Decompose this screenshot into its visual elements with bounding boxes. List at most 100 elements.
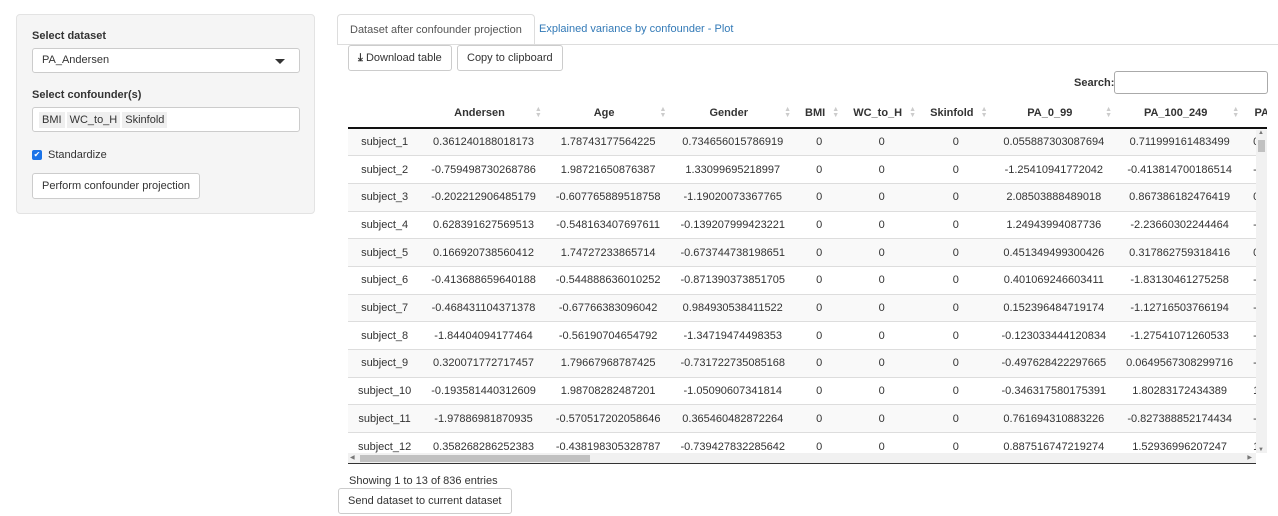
table-cell: 1.78743177564225 bbox=[545, 127, 671, 156]
column-header-pa-2[interactable]: PA_2 bbox=[1243, 98, 1267, 129]
column-header-pa-100-249[interactable]: PA_100_249 ▲ ▼ bbox=[1116, 98, 1244, 129]
table-cell: 1.98708282487201 bbox=[545, 376, 671, 405]
sort-icon[interactable]: ▲ ▼ bbox=[535, 106, 542, 119]
table-cell: -0.497628422297665 bbox=[991, 349, 1117, 378]
row-name-cell: subject_11 bbox=[348, 404, 422, 433]
table-cell: 1.33099695218997 bbox=[670, 155, 796, 184]
tab-explained-variance-plot[interactable]: Explained variance by confounder - Plot bbox=[527, 14, 745, 45]
table-cell: 0 bbox=[843, 404, 921, 433]
perform-projection-button[interactable]: Perform confounder projection bbox=[32, 173, 200, 199]
send-dataset-button[interactable]: Send dataset to current dataset bbox=[338, 488, 512, 514]
copy-clipboard-button[interactable]: Copy to clipboard bbox=[457, 45, 563, 71]
table-cell: 1.80283172434389 bbox=[1116, 376, 1244, 405]
table-cell: 0 bbox=[920, 349, 992, 378]
scroll-right-icon[interactable]: ▶ bbox=[1247, 454, 1252, 461]
table-cell: 0 bbox=[843, 210, 921, 239]
table-cell: 0 bbox=[920, 155, 992, 184]
scroll-down-icon[interactable]: ▼ bbox=[1258, 447, 1264, 453]
dataset-select[interactable]: PA_Andersen bbox=[32, 48, 300, 73]
sort-icon[interactable]: ▲ ▼ bbox=[909, 106, 916, 119]
table-row[interactable]: subject_10 -0.193581440312609 1.9870828248… bbox=[348, 376, 1267, 405]
vertical-scrollbar[interactable]: ▲ ▼ bbox=[1256, 130, 1267, 453]
table-cell: -0.731722735085168 bbox=[670, 349, 796, 378]
table-cell: -0.871390373851705 bbox=[670, 265, 796, 295]
table-cell: -0.139207999423221 bbox=[670, 210, 796, 239]
table-cell: 0.711999161483499 bbox=[1116, 127, 1244, 156]
table-cell: -0.413814700186514 bbox=[1116, 155, 1244, 184]
sort-icon[interactable]: ▲ ▼ bbox=[1105, 106, 1112, 119]
sort-icon[interactable]: ▲ ▼ bbox=[981, 106, 988, 119]
table-cell: 0.317862759318416 bbox=[1116, 238, 1244, 267]
sidebar-panel: Select dataset PA_Andersen Select confou… bbox=[16, 14, 315, 214]
row-name-cell: subject_6 bbox=[348, 265, 422, 295]
column-header-gender[interactable]: Gender ▲ ▼ bbox=[670, 98, 796, 129]
table-row[interactable]: subject_3 -0.202212906485179 -0.6077658895… bbox=[348, 182, 1267, 212]
table-info: Showing 1 to 13 of 836 entries bbox=[349, 475, 498, 487]
column-header-label: BMI bbox=[805, 106, 826, 119]
horizontal-scrollbar[interactable]: ◀ ▶ bbox=[348, 453, 1256, 464]
table-cell: -0.193581440312609 bbox=[421, 376, 546, 405]
sort-icon[interactable]: ▲ ▼ bbox=[660, 106, 667, 119]
row-name-cell: subject_4 bbox=[348, 210, 422, 239]
dataset-label: Select dataset bbox=[32, 30, 106, 42]
table-row[interactable]: subject_1 0.361240188018173 1.787431775642… bbox=[348, 127, 1267, 156]
tab-dataset-after-projection[interactable]: Dataset after confounder projection bbox=[337, 14, 535, 45]
table-cell: 0.365460482872264 bbox=[670, 404, 796, 433]
sort-icon[interactable]: ▲ ▼ bbox=[784, 106, 791, 119]
column-header-label: PA_0_99 bbox=[1027, 106, 1073, 119]
table-cell: 0.401069246603411 bbox=[991, 265, 1117, 295]
column-header-pa-0-99[interactable]: PA_0_99 ▲ ▼ bbox=[991, 98, 1117, 129]
table-cell: -0.759498730268786 bbox=[421, 155, 546, 184]
row-name-cell: subject_10 bbox=[348, 376, 422, 405]
table-row[interactable]: subject_11 -1.97886981870935 -0.5705172020… bbox=[348, 404, 1267, 433]
vertical-scroll-thumb[interactable] bbox=[1258, 140, 1265, 152]
confounder-chip[interactable]: Skinfold bbox=[122, 112, 168, 128]
download-label: Download table bbox=[365, 52, 442, 64]
download-table-button[interactable]: ⤓ Download table bbox=[348, 45, 452, 71]
scroll-left-icon[interactable]: ◀ bbox=[350, 454, 355, 461]
table-cell: 0 bbox=[795, 127, 844, 156]
data-table: Andersen ▲ ▼ Age ▲ ▼ Gender ▲ ▼ BMI ▲ ▼ WC_to_H ▲… bbox=[348, 98, 1267, 465]
table-row[interactable]: subject_4 0.628391627569513 -0.54816340769… bbox=[348, 210, 1267, 239]
table-cell: 0.628391627569513 bbox=[421, 210, 546, 239]
table-cell: -2.23660302244464 bbox=[1116, 210, 1244, 239]
sort-icon[interactable]: ▲ ▼ bbox=[1232, 106, 1239, 119]
table-row[interactable]: subject_9 0.320071772717457 1.796679687874… bbox=[348, 349, 1267, 378]
confounder-chip[interactable]: BMI bbox=[39, 112, 65, 128]
table-cell: 0 bbox=[920, 293, 992, 322]
column-header-skinfold[interactable]: Skinfold ▲ ▼ bbox=[920, 98, 992, 129]
table-cell: 0.055887303087694 bbox=[991, 127, 1117, 156]
table-cell: 0.0649567308299716 bbox=[1116, 349, 1244, 378]
confounder-multiselect[interactable]: BMI WC_to_H Skinfold bbox=[32, 107, 300, 132]
table-row[interactable]: subject_5 0.166920738560412 1.747272338657… bbox=[348, 238, 1267, 267]
table-cell: -0.544888636010252 bbox=[545, 265, 671, 295]
search-input[interactable] bbox=[1114, 71, 1268, 94]
table-cell: -1.83130461275258 bbox=[1116, 265, 1244, 295]
column-header-andersen[interactable]: Andersen ▲ ▼ bbox=[421, 98, 546, 129]
table-cell: 0 bbox=[920, 238, 992, 267]
table-cell: 0 bbox=[795, 349, 844, 378]
table-row[interactable]: subject_7 -0.468431104371378 -0.6776638309… bbox=[348, 293, 1267, 322]
horizontal-scroll-thumb[interactable] bbox=[360, 455, 590, 462]
table-row[interactable]: subject_8 -1.84404094177464 -0.56190704654… bbox=[348, 321, 1267, 350]
standardize-option[interactable]: ✔ Standardize bbox=[32, 149, 107, 161]
column-header-age[interactable]: Age ▲ ▼ bbox=[545, 98, 671, 129]
table-cell: 1.79667968787425 bbox=[545, 349, 671, 378]
table-row[interactable]: subject_2 -0.759498730268786 1.98721650876… bbox=[348, 155, 1267, 184]
column-header-wc-to-h[interactable]: WC_to_H ▲ ▼ bbox=[843, 98, 921, 129]
table-cell: 0 bbox=[843, 265, 921, 295]
table-cell: 0.867386182476419 bbox=[1116, 182, 1244, 212]
table-cell: -1.97886981870935 bbox=[421, 404, 546, 433]
table-cell: 0 bbox=[920, 376, 992, 405]
table-cell: 2.08503888489018 bbox=[991, 182, 1117, 212]
table-cell: 0 bbox=[843, 182, 921, 212]
standardize-checkbox[interactable]: ✔ bbox=[32, 150, 42, 160]
column-header-bmi[interactable]: BMI ▲ ▼ bbox=[795, 98, 844, 129]
table-cell: 0 bbox=[843, 127, 921, 156]
scroll-up-icon[interactable]: ▲ bbox=[1258, 130, 1264, 136]
confounder-chip[interactable]: WC_to_H bbox=[66, 112, 121, 128]
column-header-label: Andersen bbox=[454, 106, 505, 119]
table-row[interactable]: subject_6 -0.413688659640188 -0.5448886360… bbox=[348, 265, 1267, 295]
sort-icon[interactable]: ▲ ▼ bbox=[832, 106, 839, 119]
table-cell: -1.05090607341814 bbox=[670, 376, 796, 405]
